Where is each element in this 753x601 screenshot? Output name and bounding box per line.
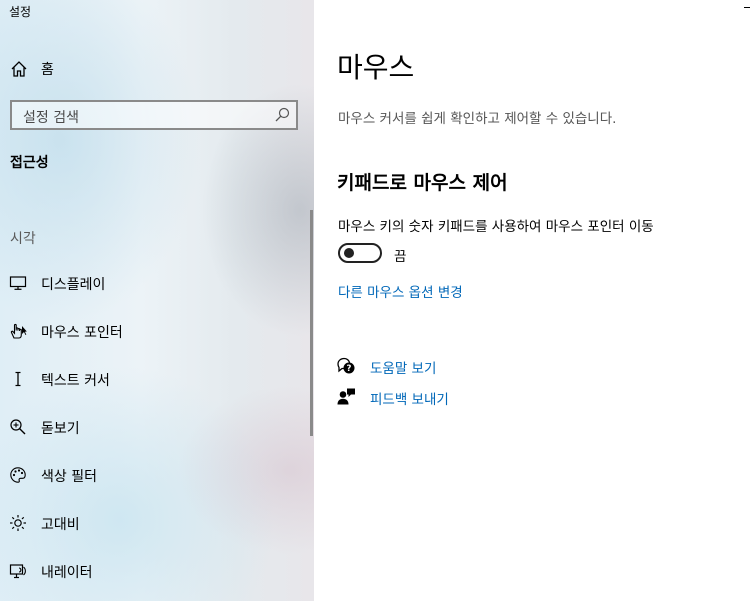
brightness-icon	[10, 515, 26, 531]
get-help-label: 도움말 보기	[370, 361, 437, 377]
text-cursor-icon	[15, 371, 21, 387]
search-placeholder: 설정 검색	[23, 110, 79, 126]
sidebar-item-label: 텍스트 커서	[41, 373, 110, 389]
sidebar-item-color-filters[interactable]: 색상 필터	[0, 457, 314, 493]
search-icon[interactable]	[274, 107, 290, 123]
help-chat-icon: ?	[337, 357, 355, 374]
sidebar-item-magnifier[interactable]: 돋보기	[0, 409, 314, 445]
sidebar-item-label: 돋보기	[41, 421, 80, 437]
home-label: 홈	[41, 62, 54, 78]
sidebar: 설정 홈 설정 검색 접근성 시각 디스플레이 마우스 포인터 텍스트 커서 돋…	[0, 0, 314, 601]
settings-search-input[interactable]: 설정 검색	[10, 100, 298, 130]
sidebar-item-high-contrast[interactable]: 고대비	[0, 505, 314, 541]
sidebar-item-label: 마우스 포인터	[41, 325, 123, 341]
sidebar-item-label: 디스플레이	[41, 277, 106, 293]
narrator-icon	[9, 564, 26, 579]
sidebar-item-mouse-pointer[interactable]: 마우스 포인터	[0, 313, 314, 349]
sidebar-item-display[interactable]: 디스플레이	[0, 265, 314, 301]
page-title: 마우스	[337, 51, 415, 84]
sidebar-item-label: 내레이터	[41, 565, 93, 581]
main-content: 마우스 마우스 커서를 쉽게 확인하고 제어할 수 있습니다. 키패드로 마우스…	[314, 0, 753, 601]
sidebar-section-title: 접근성	[10, 155, 49, 171]
sidebar-item-label: 색상 필터	[41, 469, 97, 485]
monitor-icon	[9, 276, 27, 290]
mouse-keys-setting-label: 마우스 키의 숫자 키패드를 사용하여 마우스 포인터 이동	[338, 219, 654, 235]
app-title: 설정	[9, 5, 32, 19]
home-nav-item[interactable]: 홈	[0, 52, 314, 84]
section-title: 키패드로 마우스 제어	[337, 172, 508, 194]
home-icon	[11, 61, 27, 77]
send-feedback-label: 피드백 보내기	[370, 392, 449, 408]
palette-icon	[10, 467, 26, 483]
minimize-icon[interactable]	[744, 0, 750, 8]
sidebar-item-text-cursor[interactable]: 텍스트 커서	[0, 361, 314, 397]
sidebar-group-label: 시각	[10, 231, 36, 247]
sidebar-item-label: 고대비	[41, 517, 80, 533]
magnifier-icon	[10, 419, 26, 435]
get-help-link[interactable]: ? 도움말 보기	[336, 355, 536, 379]
mouse-pointer-icon	[10, 323, 27, 339]
other-mouse-options-link[interactable]: 다른 마우스 옵션 변경	[338, 281, 463, 301]
toggle-state-label: 끔	[394, 249, 407, 265]
svg-text:?: ?	[347, 364, 352, 374]
toggle-knob	[344, 248, 354, 258]
mouse-keys-toggle[interactable]	[338, 243, 382, 263]
sidebar-scrollbar[interactable]	[310, 210, 313, 436]
send-feedback-link[interactable]: 피드백 보내기	[336, 386, 536, 410]
sidebar-item-narrator[interactable]: 내레이터	[0, 553, 314, 589]
feedback-person-icon	[337, 388, 355, 405]
page-description: 마우스 커서를 쉽게 확인하고 제어할 수 있습니다.	[338, 111, 617, 127]
